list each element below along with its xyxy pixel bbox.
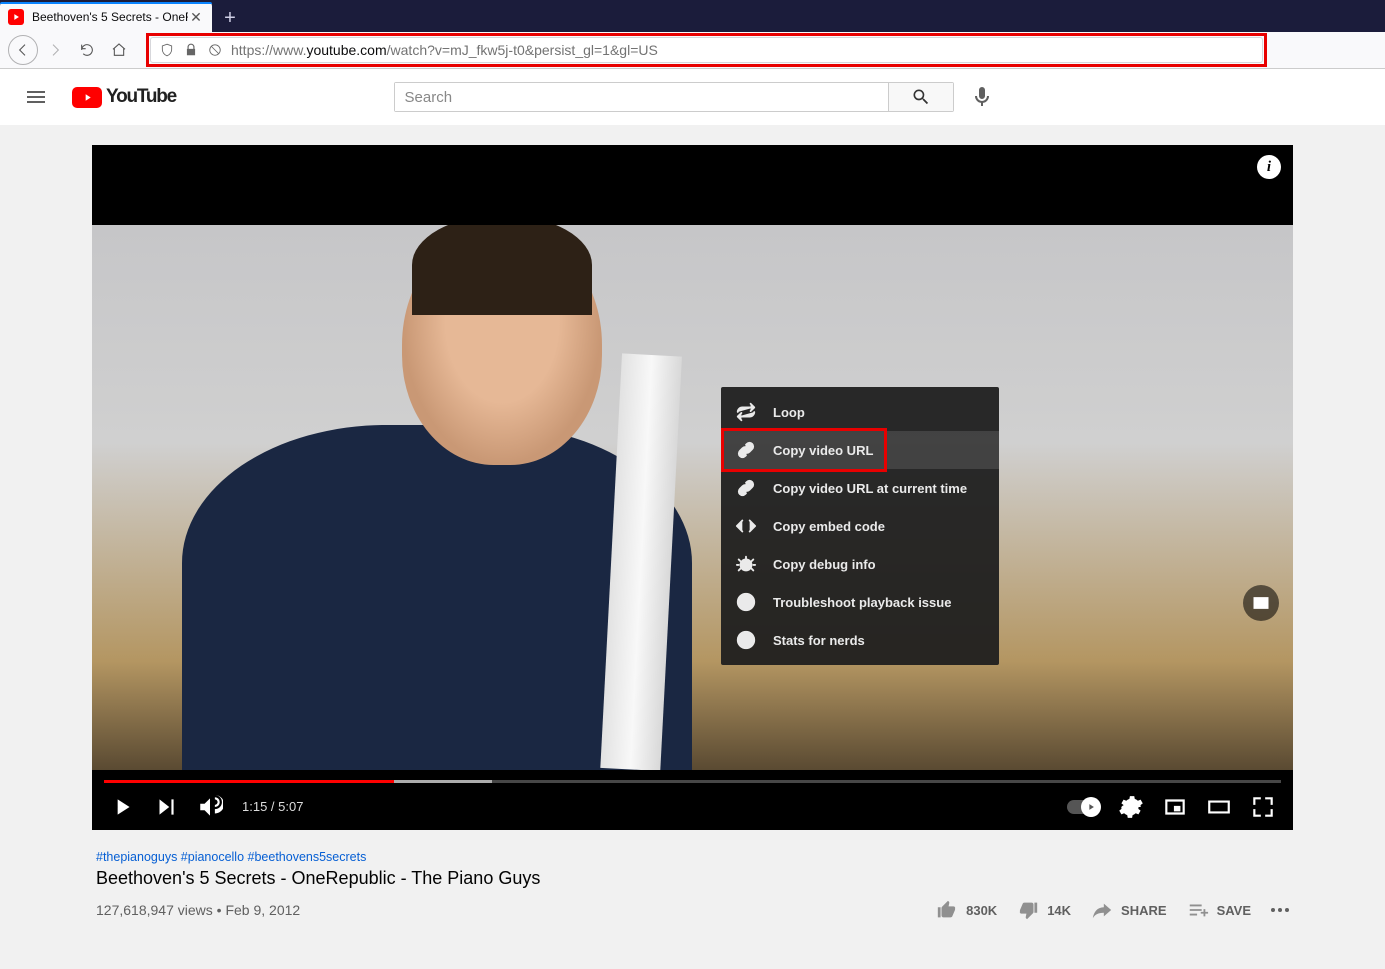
theater-mode-button[interactable] [1201,789,1237,825]
link-icon [735,477,757,499]
pip-icon [1162,794,1188,820]
next-button[interactable] [148,789,184,825]
code-icon [735,515,757,537]
settings-button[interactable] [1113,789,1149,825]
ctx-embed[interactable]: Copy embed code [721,507,999,545]
dislike-button[interactable]: 14K [1017,899,1071,921]
save-button[interactable]: SAVE [1187,899,1251,921]
theater-icon [1206,794,1232,820]
ctx-loop-label: Loop [773,405,805,420]
ctx-copy-url-time[interactable]: Copy video URL at current time [721,469,999,507]
autoplay-toggle[interactable] [1067,800,1099,814]
search-icon [911,87,931,107]
volume-icon [197,794,223,820]
miniplayer-control-button[interactable] [1157,789,1193,825]
nav-reload-button[interactable] [72,35,102,65]
cards-info-button[interactable]: i [1257,155,1281,179]
ctx-copy-url-label: Copy video URL [773,443,873,458]
youtube-masthead: YouTube [0,69,1385,125]
nav-home-button[interactable] [104,35,134,65]
miniplayer-icon [1251,593,1271,613]
tab-title: Beethoven's 5 Secrets - OneRe [32,10,188,24]
voice-search-button[interactable] [962,77,1002,117]
fullscreen-icon [1250,794,1276,820]
tracking-shield-icon[interactable] [159,42,175,58]
mute-button[interactable] [192,789,228,825]
permissions-icon[interactable] [207,42,223,58]
ctx-stats[interactable]: Stats for nerds [721,621,999,659]
video-content-illustration [152,225,722,770]
like-count: 830K [966,903,997,918]
ctx-troubleshoot[interactable]: Troubleshoot playback issue [721,583,999,621]
bug-icon [735,553,757,575]
search-input[interactable] [395,83,888,111]
ctx-stats-label: Stats for nerds [773,633,865,648]
nav-forward-button[interactable] [40,35,70,65]
progress-played [104,780,394,783]
video-player[interactable]: i Loop [92,145,1293,830]
address-bar-highlight: https://www.youtube.com/watch?v=mJ_fkw5j… [146,33,1267,67]
info-icon [735,629,757,651]
guide-menu-button[interactable] [16,77,56,117]
playlist-add-icon [1187,899,1209,921]
ctx-loop[interactable]: Loop [721,393,999,431]
ctx-copy-url-time-label: Copy video URL at current time [773,481,967,496]
player-context-menu: Loop Copy video URL Copy video URL at cu… [721,387,999,665]
kebab-icon [1271,908,1289,912]
search-box [394,82,954,112]
tab-close-button[interactable]: ✕ [188,9,204,25]
gear-icon [1118,794,1144,820]
progress-bar[interactable] [104,780,1281,783]
link-icon [735,439,757,461]
miniplayer-button[interactable] [1243,585,1279,621]
save-label: SAVE [1217,903,1251,918]
loop-icon [735,401,757,423]
share-icon [1091,899,1113,921]
youtube-logo-icon [72,87,102,108]
ctx-debug[interactable]: Copy debug info [721,545,999,583]
page-content: i Loop [0,125,1385,921]
ctx-troubleshoot-label: Troubleshoot playback issue [773,595,951,610]
youtube-logo[interactable]: YouTube [72,86,176,108]
microphone-icon [970,85,994,109]
time-display: 1:15 / 5:07 [242,799,303,814]
address-bar[interactable]: https://www.youtube.com/watch?v=mJ_fkw5j… [150,37,1263,63]
youtube-logo-text: YouTube [106,86,176,108]
browser-toolbar: https://www.youtube.com/watch?v=mJ_fkw5j… [0,32,1385,69]
views-date: 127,618,947 views • Feb 9, 2012 [96,902,936,918]
video-frame [92,225,1293,770]
browser-tabstrip: Beethoven's 5 Secrets - OneRe ✕ + [0,0,1385,32]
more-actions-button[interactable] [1271,908,1289,912]
play-icon [109,794,135,820]
dislike-count: 14K [1047,903,1071,918]
autoplay-knob [1081,797,1101,817]
nav-back-button[interactable] [8,35,38,65]
ctx-debug-label: Copy debug info [773,557,876,572]
thumbs-down-icon [1017,899,1039,921]
ctx-embed-label: Copy embed code [773,519,885,534]
new-tab-button[interactable]: + [216,4,244,32]
share-label: SHARE [1121,903,1167,918]
url-text: https://www.youtube.com/watch?v=mJ_fkw5j… [231,42,658,58]
browser-tab-active[interactable]: Beethoven's 5 Secrets - OneRe ✕ [0,2,212,32]
share-button[interactable]: SHARE [1091,899,1167,921]
fullscreen-button[interactable] [1245,789,1281,825]
search-button[interactable] [888,83,953,111]
ctx-copy-url[interactable]: Copy video URL [721,431,999,469]
next-icon [153,794,179,820]
lock-icon[interactable] [183,42,199,58]
play-button[interactable] [104,789,140,825]
thumbs-up-icon [936,899,958,921]
video-title: Beethoven's 5 Secrets - OneRepublic - Th… [96,868,1289,889]
youtube-favicon [8,9,24,25]
like-button[interactable]: 830K [936,899,997,921]
video-hashtags[interactable]: #thepianoguys #pianocello #beethovens5se… [96,850,1289,864]
help-icon [735,591,757,613]
